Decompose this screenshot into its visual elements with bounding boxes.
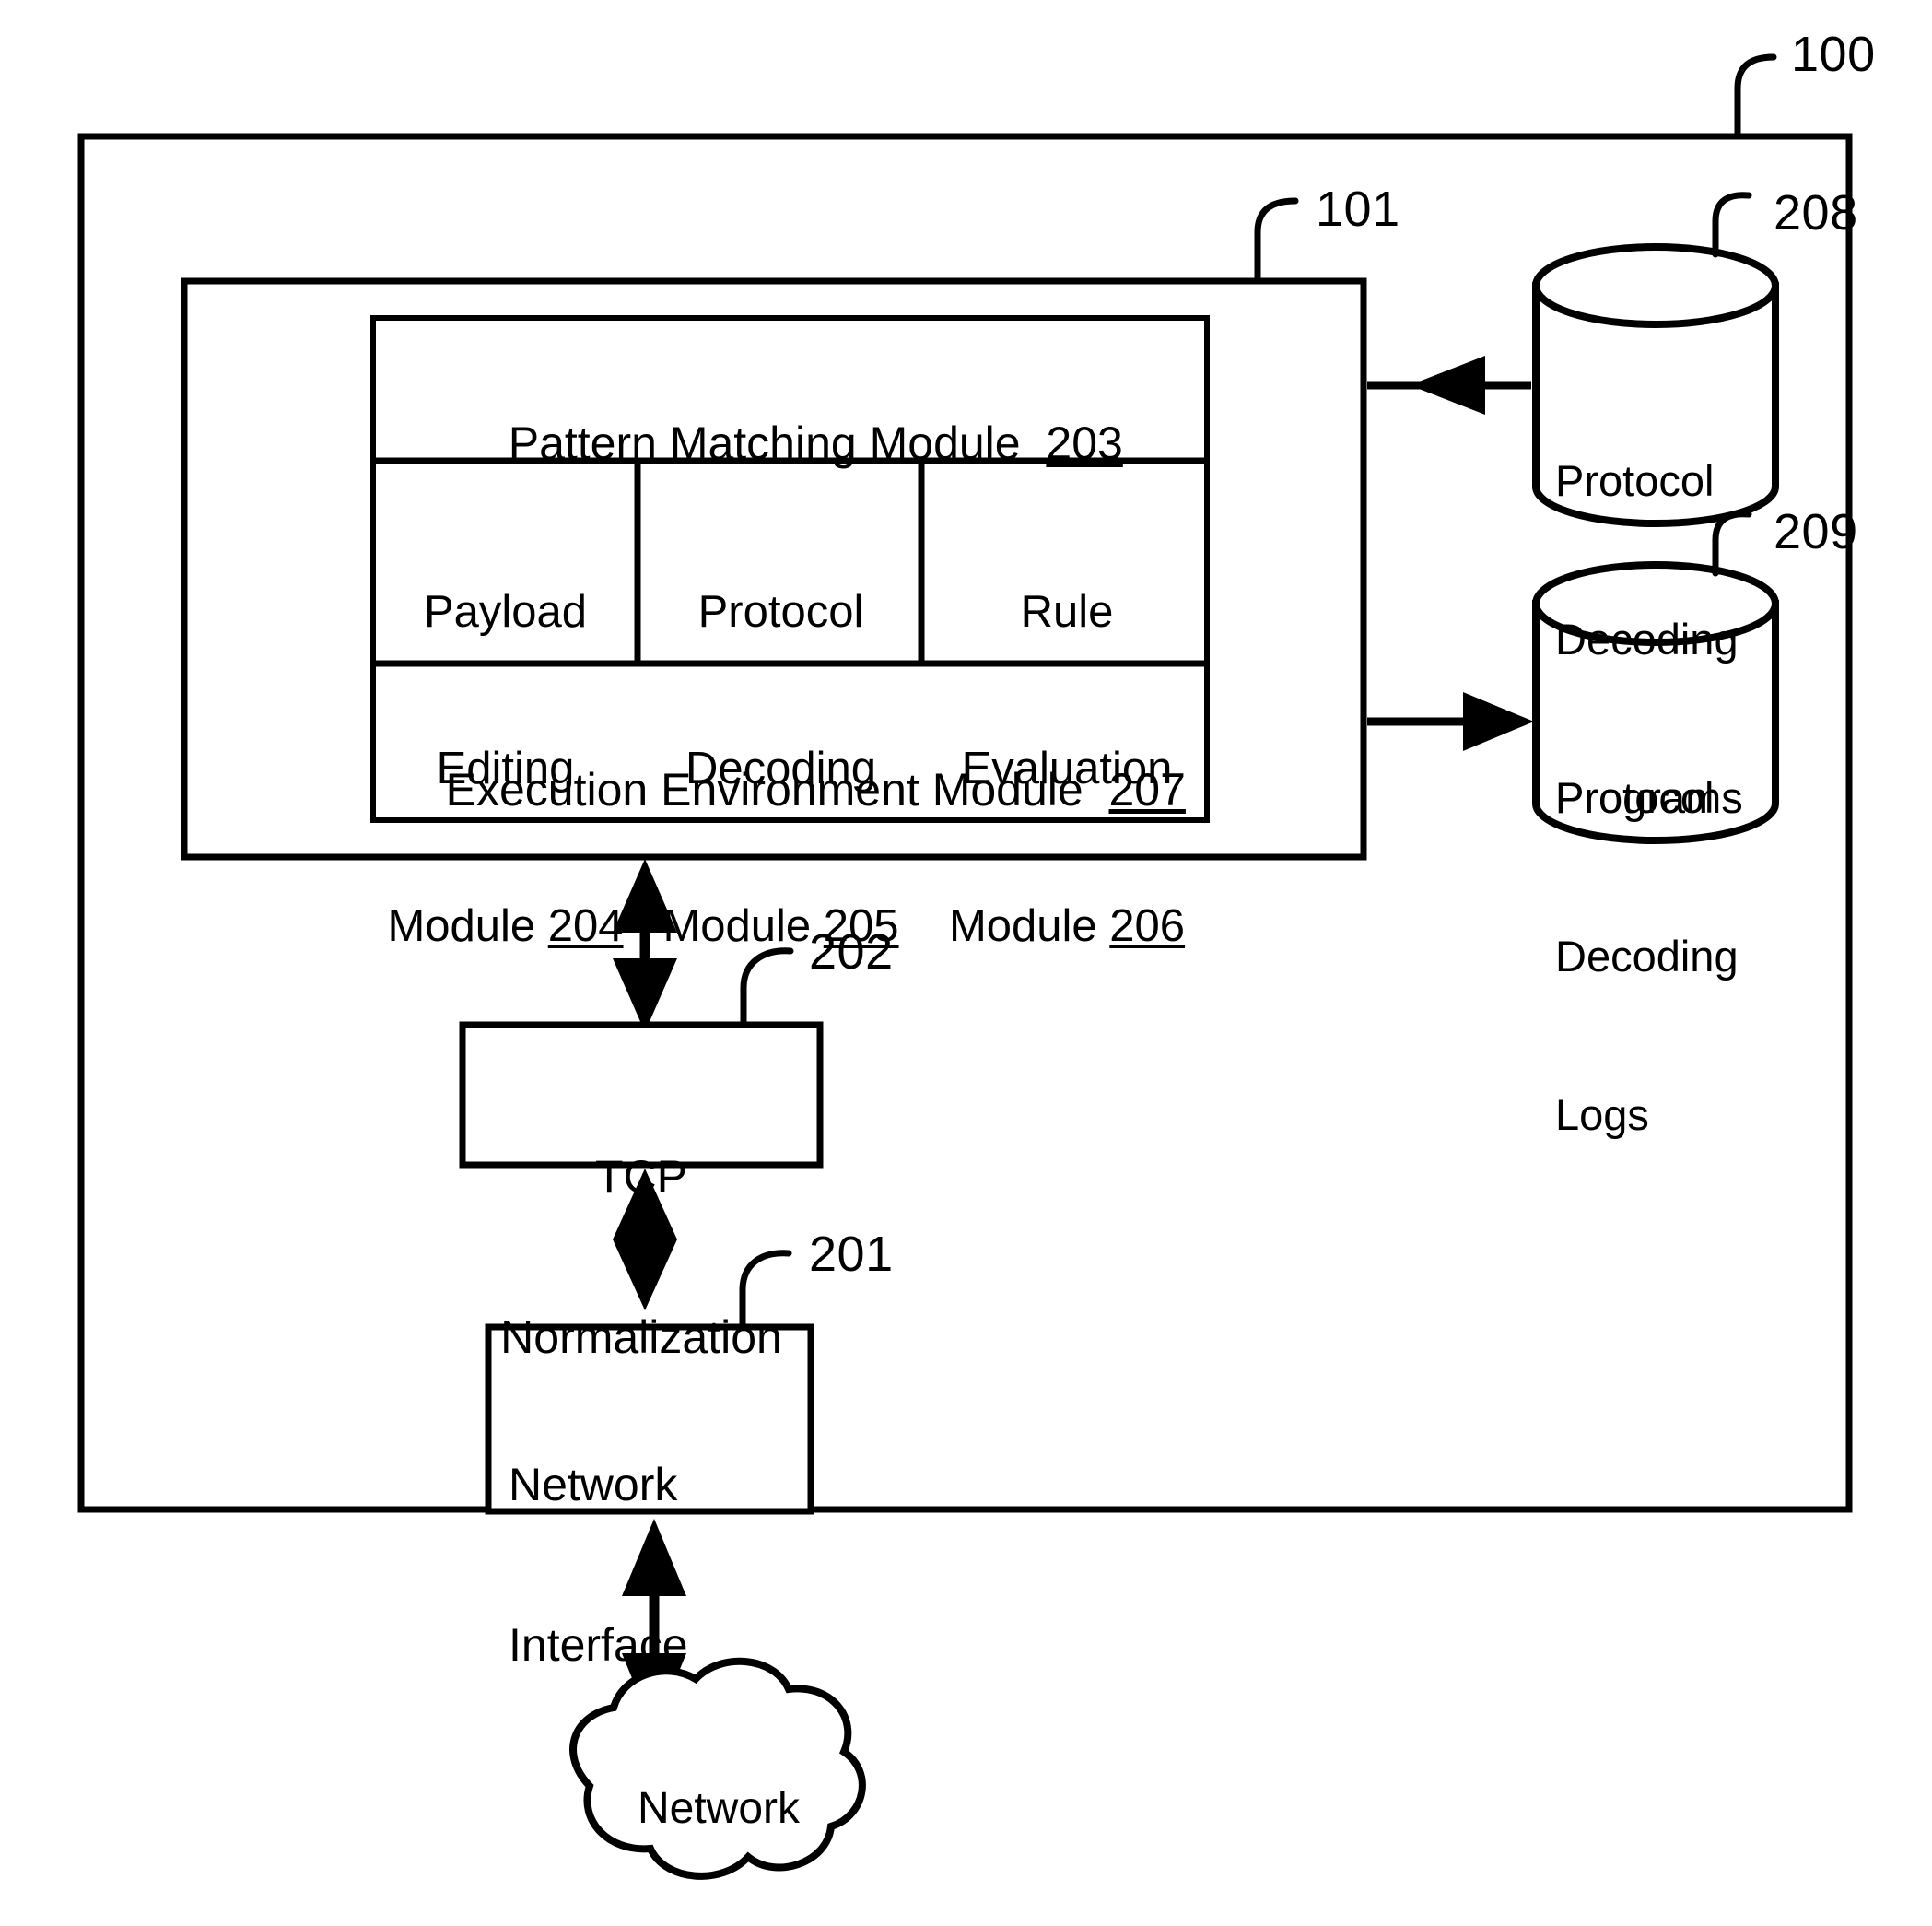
datastore-209-line2: Decoding	[1555, 931, 1739, 981]
system-ref-leader-curve	[1734, 53, 1777, 140]
pattern-matching-ref: 203	[1046, 417, 1123, 469]
datastore-208-line2: Decoding	[1555, 614, 1739, 664]
network-interface-line2: Interface	[509, 1619, 688, 1671]
datastore-208-ref-label: 208	[1774, 185, 1858, 241]
protocol-decoding-line1: Protocol	[697, 586, 864, 637]
system-ref-label: 100	[1791, 27, 1876, 82]
pattern-matching-label: Pattern Matching Module	[508, 417, 1021, 469]
network-interface-text: Network Interface	[509, 1351, 813, 1779]
rule-evaluation-ref: 206	[1109, 900, 1186, 951]
datastore-209-text: Protocol Decoding Logs	[1555, 665, 1776, 1247]
datastore-208-line1: Protocol	[1555, 455, 1715, 505]
execution-environment-ref: 207	[1108, 764, 1186, 816]
payload-editing-line1: Payload	[423, 586, 588, 637]
network-interface-line1: Network	[509, 1459, 678, 1510]
datastore-209-line1: Protocol	[1555, 772, 1715, 822]
protocol-decoding-line3: Module	[662, 900, 812, 951]
patent-figure: 100 101 Pattern Matching Module 203 Payl…	[0, 0, 1932, 1926]
payload-editing-line3: Module	[387, 900, 536, 951]
execution-environment-label: Execution Environment Module	[445, 764, 1083, 816]
datastore-209-line3: Logs	[1555, 1089, 1649, 1139]
rule-evaluation-line3: Module	[948, 900, 1097, 951]
tcp-normalization-line1: TCP	[595, 1151, 687, 1203]
network-cloud-text: Network	[637, 1784, 801, 1833]
datastore-209-ref-label: 209	[1774, 504, 1858, 559]
payload-editing-ref: 204	[547, 900, 624, 951]
tcp-normalization-ref-label: 202	[809, 924, 894, 980]
rule-evaluation-line1: Rule	[1020, 586, 1114, 637]
network-interface-ref-label: 201	[809, 1227, 894, 1282]
execution-environment-module: Execution Environment Module 207	[373, 710, 1207, 870]
engine-ref-label: 101	[1316, 182, 1400, 237]
